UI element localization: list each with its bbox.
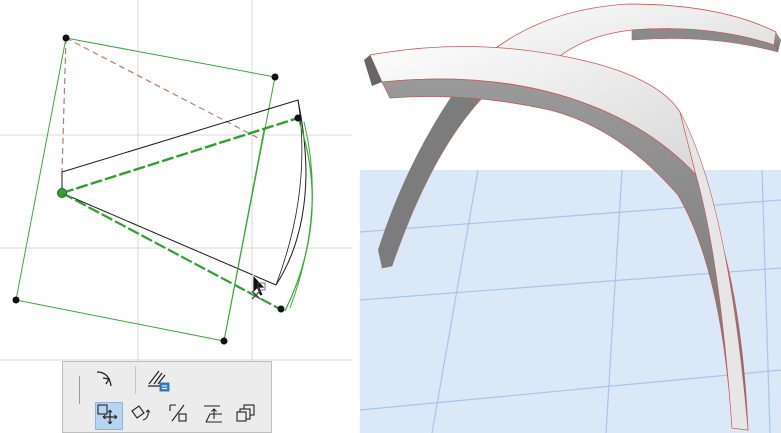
hotspot[interactable]: [294, 114, 302, 122]
move-cross-icon: [97, 404, 118, 425]
edited-arc-inner: [289, 121, 313, 309]
layers-with-badge-icon: [148, 370, 170, 392]
hotspot[interactable]: [277, 305, 285, 313]
percent-offset-icon: [169, 404, 187, 422]
curve-arrow-tool[interactable]: [93, 366, 121, 394]
offset-tool[interactable]: [167, 402, 195, 430]
move-drag-tool[interactable]: [95, 402, 123, 430]
shell-inner-arc: [275, 99, 303, 286]
elevate-icon: [204, 405, 222, 423]
construction-line: [65, 37, 263, 141]
plan-canvas[interactable]: [0, 0, 352, 433]
3d-scene: [360, 3, 781, 433]
copies-icon: [236, 404, 255, 422]
selection-bounding-box[interactable]: [15, 37, 276, 342]
selected-edge[interactable]: [61, 192, 281, 310]
3d-view[interactable]: [360, 0, 781, 433]
elevate-tool[interactable]: [201, 402, 229, 430]
pivot-hotspot[interactable]: [57, 188, 67, 198]
hotspot[interactable]: [12, 296, 20, 304]
palette-divider: [79, 376, 80, 404]
rotate-tool[interactable]: [129, 402, 157, 430]
hotspot[interactable]: [62, 34, 70, 42]
hotspot[interactable]: [220, 337, 228, 345]
reference-plane-tool[interactable]: [145, 366, 173, 394]
selected-edge[interactable]: [61, 116, 299, 195]
selected-edge-secondary: [223, 129, 265, 342]
palette-divider: [135, 366, 136, 394]
pet-palette: [62, 361, 272, 433]
hotspot[interactable]: [271, 73, 279, 81]
rotate-icon: [131, 405, 151, 421]
multiply-tool[interactable]: [235, 402, 263, 430]
curved-arrow-icon: [96, 371, 112, 387]
